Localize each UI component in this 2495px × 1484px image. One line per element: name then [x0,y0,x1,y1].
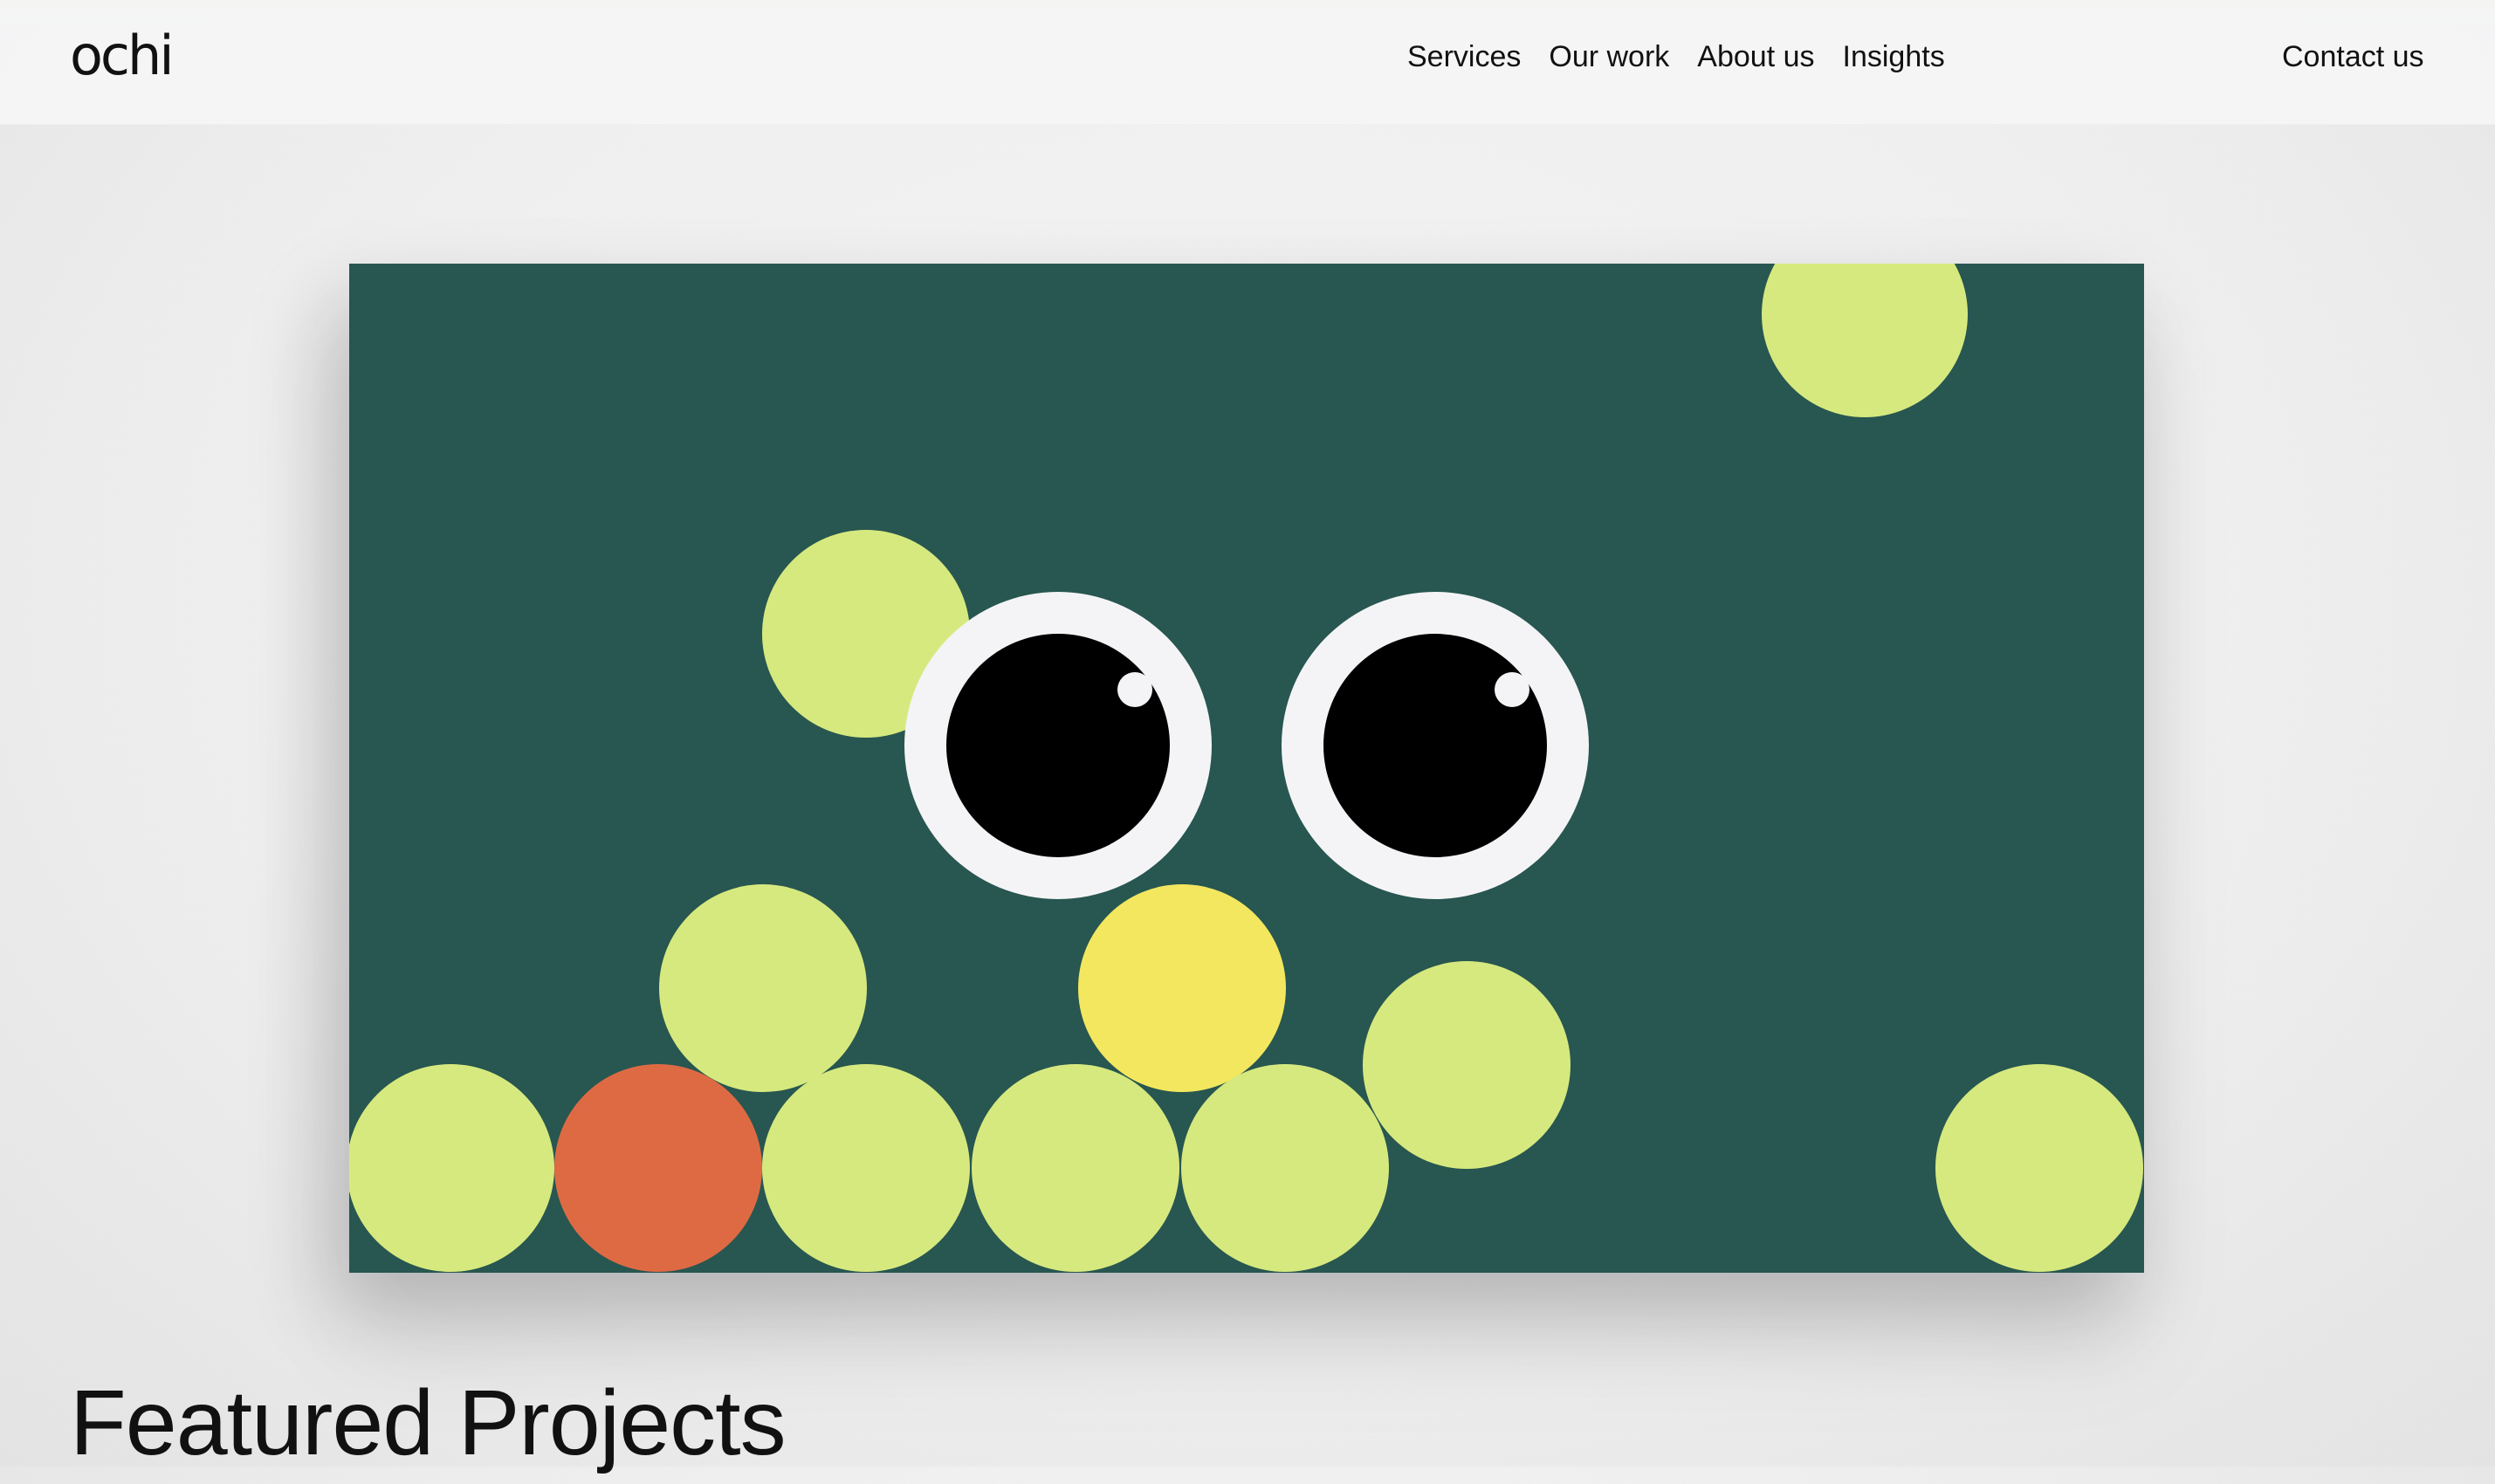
nav-contact-us[interactable]: Contact us [2282,35,2424,79]
nav-our-work[interactable]: Our work [1549,35,1669,79]
lime-ball [1363,961,1571,1169]
lime-ball [1181,1064,1389,1272]
primary-navigation: Services Our work About us Insights [1407,35,1945,79]
navbar: ochi Services Our work About us Insights… [0,0,2495,125]
hero-illustration-card[interactable] [349,264,2144,1273]
nav-insights[interactable]: Insights [1843,35,1945,79]
nav-about-us[interactable]: About us [1697,35,1814,79]
hero-illustration [349,264,2144,1273]
eye-icon [904,592,1212,899]
lime-ball [349,1064,554,1272]
orange-ball [554,1064,762,1272]
lime-ball [762,1064,970,1272]
featured-projects-heading: Featured Projects [70,1371,787,1474]
lime-ball [1935,1064,2143,1272]
nav-services[interactable]: Services [1407,35,1521,79]
eye-icon [1282,592,1589,899]
lime-ball [972,1064,1179,1272]
yellow-ball [1078,884,1286,1092]
lime-ball [659,884,867,1092]
logo[interactable]: ochi [70,21,175,91]
